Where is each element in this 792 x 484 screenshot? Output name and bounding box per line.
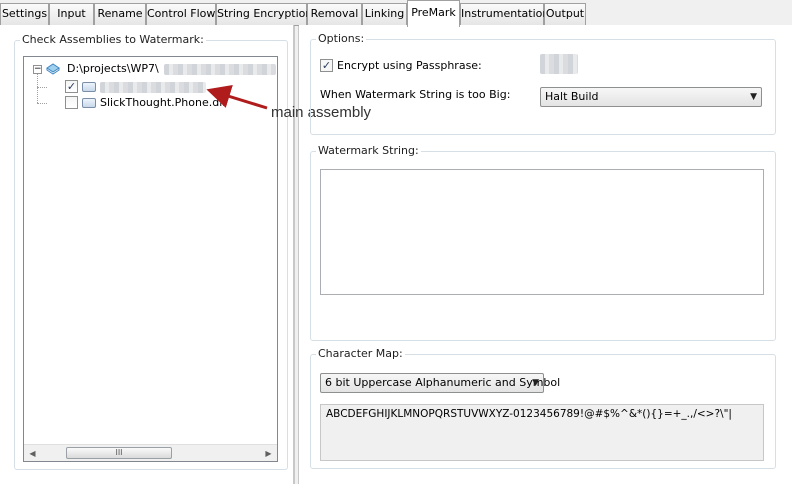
watermark-string-input[interactable] (320, 169, 764, 295)
options-group-title: Options: (316, 32, 367, 45)
charmap-group-title: Character Map: (316, 347, 405, 360)
tab-settings[interactable]: Settings (0, 3, 49, 25)
tab-premark[interactable]: PreMark (407, 0, 460, 27)
assembly-icon (82, 98, 96, 108)
watermark-group-title: Watermark String: (316, 144, 421, 157)
charmap-select-value: 6 bit Uppercase Alphanumeric and Symbol (325, 376, 561, 389)
redacted-path (164, 64, 276, 75)
scroll-left-icon[interactable]: ◀ (24, 445, 41, 462)
tab-input[interactable]: Input (49, 3, 94, 25)
redacted-assembly-name (100, 82, 206, 93)
too-big-label: When Watermark String is too Big: (320, 88, 511, 101)
assembly-checkbox[interactable] (65, 96, 78, 109)
scroll-thumb[interactable]: III (66, 447, 172, 459)
assemblies-group-title: Check Assemblies to Watermark: (20, 33, 206, 46)
redacted-passphrase (540, 54, 578, 74)
assembly-icon (82, 82, 96, 92)
tab-strip: Settings Input Rename Control Flow Strin… (0, 0, 792, 27)
tab-rename[interactable]: Rename (94, 3, 146, 25)
chevron-down-icon: ▼ (532, 378, 539, 388)
tab-string-encryption[interactable]: String Encryption (216, 3, 312, 25)
too-big-select[interactable]: Halt Build ▼ (540, 87, 762, 107)
encrypt-label: Encrypt using Passphrase: (337, 59, 482, 72)
tab-removal[interactable]: Removal (307, 3, 362, 25)
too-big-select-value: Halt Build (545, 90, 599, 103)
assembly-checkbox[interactable]: ✓ (65, 80, 78, 93)
collapse-icon[interactable]: − (33, 65, 42, 74)
charmap-characters: ABCDEFGHIJKLMNOPQRSTUVWXYZ-0123456789!@#… (320, 404, 764, 461)
chevron-down-icon: ▼ (750, 92, 757, 102)
tree-root-node[interactable]: − D:\projects\WP7\ (24, 61, 277, 77)
project-icon (46, 63, 60, 75)
tree-horizontal-scrollbar[interactable]: ◀ III ▶ (24, 444, 277, 461)
tree-root-label: D:\projects\WP7\ (67, 62, 159, 75)
annotation-arrow-icon (206, 84, 268, 110)
tab-instrumentation[interactable]: Instrumentation (460, 3, 549, 25)
tab-control-flow[interactable]: Control Flow (146, 3, 216, 25)
assembly-tree[interactable]: − D:\projects\WP7\ ✓ SlickThought.Phone.… (23, 56, 278, 462)
charmap-select[interactable]: 6 bit Uppercase Alphanumeric and Symbol … (320, 373, 560, 393)
tab-linking[interactable]: Linking (362, 3, 407, 25)
scroll-right-icon[interactable]: ▶ (260, 445, 277, 462)
encrypt-checkbox[interactable]: ✓ (320, 59, 333, 72)
tab-output[interactable]: Output (544, 3, 586, 25)
